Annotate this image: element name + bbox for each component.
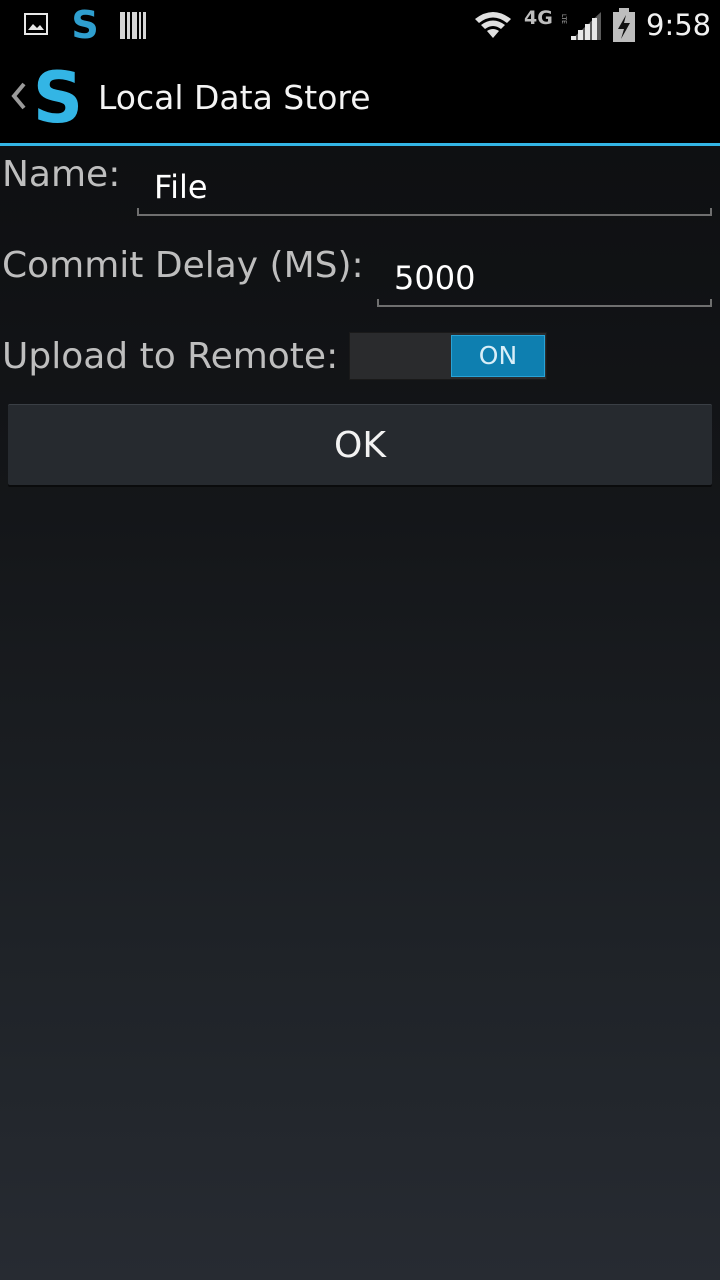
- signal-icon: [571, 12, 601, 40]
- status-bar: S 4G LTE 9:58: [0, 0, 720, 50]
- svg-text:LTE: LTE: [560, 14, 567, 24]
- barcode-icon: [120, 12, 146, 39]
- commit-delay-input[interactable]: [378, 256, 712, 300]
- app-logo-icon[interactable]: S: [32, 62, 84, 134]
- screen: S 4G LTE 9:58 S Local Data Store Name: F…: [0, 0, 720, 1280]
- name-input-underline: [137, 208, 712, 216]
- screen-title: Local Data Store: [98, 78, 371, 117]
- commit-delay-input-underline: [377, 299, 712, 307]
- name-label: Name:: [2, 154, 121, 195]
- action-bar[interactable]: S Local Data Store: [0, 50, 720, 146]
- toggle-on-thumb[interactable]: ON: [451, 335, 545, 377]
- app-s-icon: S: [71, 5, 98, 45]
- svg-text:S: S: [33, 62, 83, 134]
- upload-remote-toggle[interactable]: ON: [349, 332, 547, 380]
- battery-charging-icon: [613, 8, 635, 42]
- picture-icon: [24, 13, 48, 35]
- svg-text:4G: 4G: [524, 7, 553, 29]
- clock: 9:58: [646, 8, 712, 42]
- lte-icon: 4G LTE: [524, 7, 567, 29]
- name-input[interactable]: [138, 165, 712, 209]
- svg-text:S: S: [71, 5, 98, 45]
- commit-delay-label: Commit Delay (MS):: [2, 245, 364, 286]
- back-caret-icon[interactable]: [6, 76, 30, 116]
- wifi-icon: [475, 12, 511, 38]
- ok-button[interactable]: OK: [8, 404, 712, 485]
- upload-remote-label: Upload to Remote:: [2, 336, 339, 377]
